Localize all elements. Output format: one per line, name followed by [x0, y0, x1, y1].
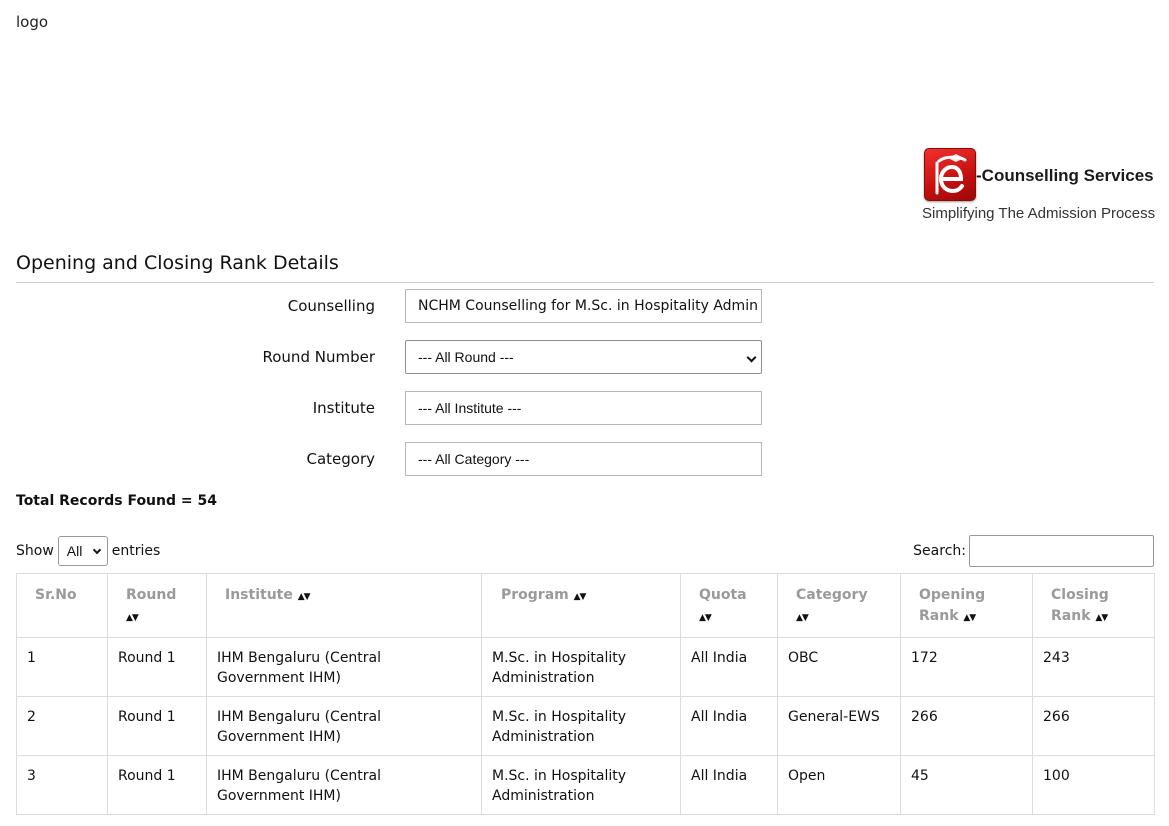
entries-length-select[interactable]: All [57, 536, 108, 566]
table-row: 3 Round 1 IHM Bengaluru (Central Governm… [16, 755, 1155, 815]
institute-row: Institute --- All Institute --- [0, 391, 780, 427]
rank-table: Sr.No Round ▲▼ Institute ▲▼ Program ▲▼ Q… [16, 573, 1155, 815]
cell-quota: All India [680, 637, 778, 697]
header-round[interactable]: Round ▲▼ [107, 573, 207, 638]
cell-sr-no: 3 [16, 755, 108, 815]
counselling-field[interactable]: NCHM Counselling for M.Sc. in Hospitalit… [405, 289, 762, 323]
category-select[interactable]: --- All Category --- [405, 442, 762, 476]
cell-institute: IHM Bengaluru (Central Government IHM) [206, 696, 482, 756]
cell-program: M.Sc. in Hospitality Administration [481, 637, 681, 697]
cell-institute: IHM Bengaluru (Central Government IHM) [206, 755, 482, 815]
show-entries-control: Show All entries [16, 535, 160, 567]
cell-closing-rank: 100 [1032, 755, 1155, 815]
search-label: Search: [913, 543, 966, 559]
header-program-label: Program [501, 587, 569, 603]
header-sr-no-label: Sr.No [35, 587, 77, 603]
cell-opening-rank: 45 [900, 755, 1033, 815]
total-records: Total Records Found = 54 [16, 493, 217, 509]
cell-quota: All India [680, 696, 778, 756]
sort-icon: ▲▼ [963, 613, 976, 623]
cell-round: Round 1 [107, 755, 207, 815]
counselling-label: Counselling [287, 297, 375, 315]
header-quota[interactable]: Quota ▲▼ [680, 573, 778, 638]
cell-round: Round 1 [107, 696, 207, 756]
table-search: Search: [913, 535, 1154, 567]
header-quota-label: Quota [699, 587, 747, 603]
round-select[interactable]: --- All Round --- [405, 340, 762, 374]
brand-tagline: Simplifying The Admission Process [922, 205, 1156, 222]
sort-icon: ▲▼ [699, 613, 712, 623]
sort-icon: ▲▼ [297, 592, 311, 602]
round-label: Round Number [262, 348, 376, 366]
counselling-row: Counselling NCHM Counselling for M.Sc. i… [0, 289, 780, 325]
table-row: 1 Round 1 IHM Bengaluru (Central Governm… [16, 637, 1155, 697]
header-category-label: Category [796, 587, 868, 603]
search-input[interactable] [969, 535, 1154, 567]
cell-category: OBC [777, 637, 901, 697]
header-closing-rank[interactable]: Closing Rank ▲▼ [1032, 573, 1155, 638]
entries-length-value: All [66, 543, 83, 559]
header-institute[interactable]: Institute ▲▼ [206, 573, 482, 638]
cell-sr-no: 2 [16, 696, 108, 756]
show-label: Show [16, 543, 54, 559]
category-select-value: --- All Category --- [418, 451, 530, 467]
sort-icon: ▲▼ [573, 592, 587, 602]
page-root: logo -Counselling Services Simplifying T… [0, 0, 1169, 826]
header-program[interactable]: Program ▲▼ [481, 573, 681, 638]
header-round-label: Round [126, 587, 177, 603]
cell-opening-rank: 266 [900, 696, 1033, 756]
round-select-value: --- All Round --- [418, 349, 514, 365]
round-row: Round Number --- All Round --- [0, 340, 780, 376]
header-category[interactable]: Category ▲▼ [777, 573, 901, 638]
table-header-row: Sr.No Round ▲▼ Institute ▲▼ Program ▲▼ Q… [16, 573, 1155, 638]
cell-institute: IHM Bengaluru (Central Government IHM) [206, 637, 482, 697]
page-title: Opening and Closing Rank Details [16, 252, 339, 274]
header-opening-rank-label: Opening Rank [919, 587, 986, 624]
table-row: 2 Round 1 IHM Bengaluru (Central Governm… [16, 696, 1155, 756]
sort-icon: ▲▼ [1095, 613, 1108, 623]
brand-logo: -Counselling Services Simplifying The Ad… [921, 147, 1157, 227]
cell-program: M.Sc. in Hospitality Administration [481, 755, 681, 815]
sort-icon: ▲▼ [796, 613, 809, 623]
category-label: Category [306, 450, 375, 468]
institute-select-value: --- All Institute --- [418, 400, 522, 416]
cell-program: M.Sc. in Hospitality Administration [481, 696, 681, 756]
cell-round: Round 1 [107, 637, 207, 697]
cell-category: General-EWS [777, 696, 901, 756]
cell-closing-rank: 266 [1032, 696, 1155, 756]
cell-opening-rank: 172 [900, 637, 1033, 697]
brand-name: -Counselling Services [976, 166, 1154, 185]
cell-sr-no: 1 [16, 637, 108, 697]
cell-closing-rank: 243 [1032, 637, 1155, 697]
cell-quota: All India [680, 755, 778, 815]
header-opening-rank[interactable]: Opening Rank ▲▼ [900, 573, 1033, 638]
header-sr-no[interactable]: Sr.No [16, 573, 108, 638]
header-institute-label: Institute [225, 587, 293, 603]
title-divider [16, 282, 1154, 283]
sort-icon: ▲▼ [126, 613, 139, 623]
e-logo-icon [924, 148, 976, 201]
logo-alt-text: logo [16, 13, 49, 31]
institute-select[interactable]: --- All Institute --- [405, 391, 762, 425]
entries-label: entries [111, 543, 161, 559]
site-logo-image: logo [16, 13, 48, 31]
institute-label: Institute [312, 399, 375, 417]
cell-category: Open [777, 755, 901, 815]
category-row: Category --- All Category --- [0, 442, 780, 478]
